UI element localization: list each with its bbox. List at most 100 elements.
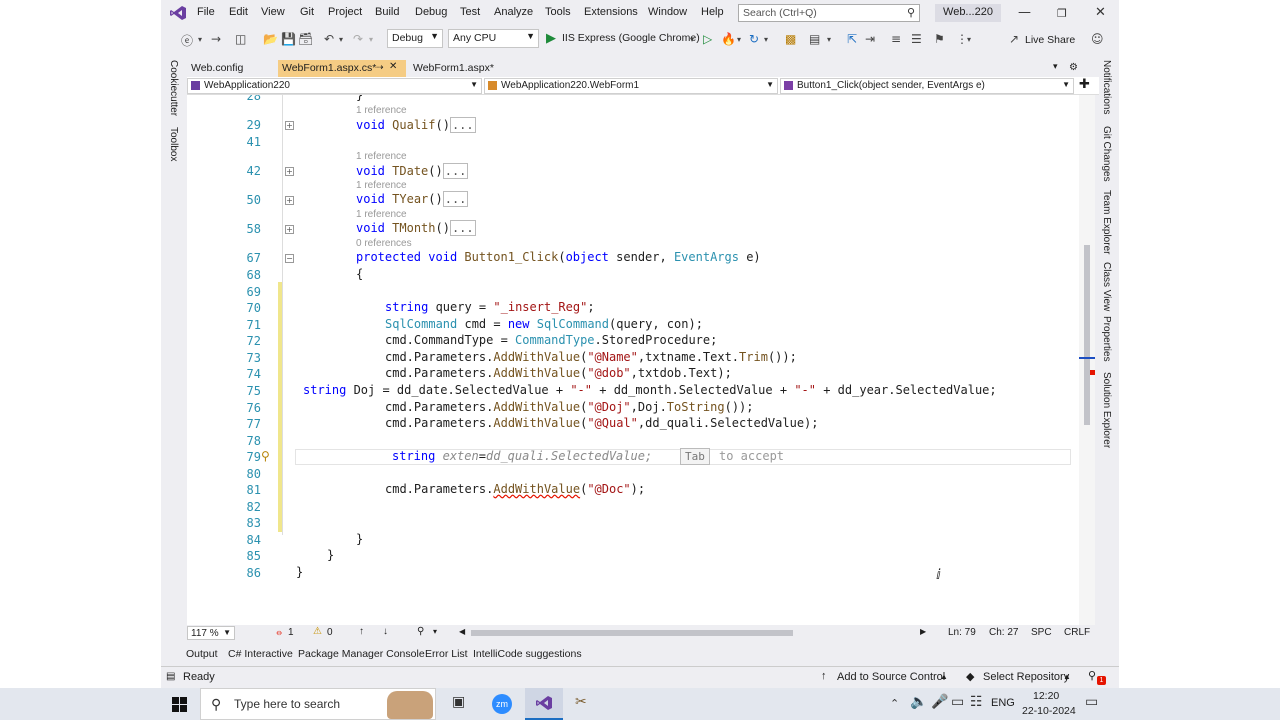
tab-webform1-aspx[interactable]: WebForm1.aspx* [409, 60, 509, 77]
warning-icon[interactable]: ⚠ [313, 626, 322, 637]
menu-tools[interactable]: Tools [545, 6, 571, 18]
whitespace-indicator[interactable]: SPC [1031, 627, 1052, 638]
horizontal-scrollbar-thumb[interactable] [471, 630, 793, 636]
class-dropdown[interactable]: WebApplication220.WebForm1 ▼ [484, 78, 778, 94]
task-view-icon[interactable]: ▣ [452, 694, 465, 710]
menu-test[interactable]: Test [460, 6, 480, 18]
scrollbar-thumb[interactable] [1084, 245, 1090, 425]
split-editor-icon[interactable]: ✚ [1079, 77, 1090, 92]
project-dropdown[interactable]: WebApplication220 ▼ [187, 78, 482, 94]
new-project-icon[interactable]: ◫ [235, 32, 246, 46]
expand-icon[interactable]: + [285, 167, 294, 176]
menu-build[interactable]: Build [375, 6, 399, 18]
tab-output[interactable]: Output [186, 648, 218, 660]
menu-analyze[interactable]: Analyze [494, 6, 533, 18]
battery-icon[interactable]: ▭ [951, 694, 964, 710]
refresh-dropdown-icon[interactable]: ▾ [764, 35, 768, 44]
menu-debug[interactable]: Debug [415, 6, 447, 18]
solution-explorer-tab[interactable]: Solution Explorer [1101, 372, 1112, 448]
warning-count[interactable]: 0 [327, 627, 333, 638]
network-icon[interactable]: ☷ [970, 694, 983, 710]
tab-web-config[interactable]: Web.config [187, 60, 271, 77]
member-dropdown[interactable]: Button1_Click(object sender, EventArgs e… [780, 78, 1074, 94]
layout-dropdown-icon[interactable]: ▾ [827, 35, 831, 44]
menu-window[interactable]: Window [648, 6, 687, 18]
back-icon[interactable]: ⓔ [181, 32, 193, 49]
collapse-icon[interactable]: − [285, 254, 294, 263]
code-cleanup-dropdown-icon[interactable]: ▾ [433, 627, 437, 636]
tab-intellicode-suggestions[interactable]: IntelliCode suggestions [473, 648, 582, 660]
menu-git[interactable]: Git [300, 6, 314, 18]
forward-icon[interactable]: → [211, 32, 221, 46]
pin-icon[interactable]: ⇢ [376, 62, 384, 73]
menu-extensions[interactable]: Extensions [584, 6, 638, 18]
open-folder-icon[interactable]: 📂 [263, 32, 278, 46]
back-dropdown-icon[interactable]: ▾ [198, 35, 202, 44]
notification-bell-icon[interactable]: ⚲ [1088, 669, 1096, 682]
select-repository-button[interactable]: Select Repository [983, 671, 1069, 683]
error-icon[interactable]: ⦵ [275, 627, 283, 638]
redo-icon[interactable]: ↷ [353, 32, 363, 46]
feedback-icon[interactable]: ☺ [1091, 32, 1104, 46]
line-ending-indicator[interactable]: CRLF [1064, 627, 1090, 638]
codelens-references[interactable]: 1 reference [356, 151, 407, 162]
toolbox-tab[interactable]: Toolbox [168, 127, 179, 161]
notifications-tab[interactable]: Notifications [1101, 60, 1112, 114]
codelens-references[interactable]: 0 references [356, 238, 412, 249]
tab-csharp-interactive[interactable]: C# Interactive [228, 648, 293, 660]
taskbar-search-input[interactable]: ⚲ Type here to search [200, 688, 436, 720]
menu-view[interactable]: View [261, 6, 285, 18]
run-target-button[interactable]: IIS Express (Google Chrome) [562, 32, 700, 44]
minimize-icon[interactable]: — [1018, 5, 1031, 20]
cookiecutter-tab[interactable]: Cookiecutter [168, 60, 179, 116]
save-all-icon[interactable]: 🗃 [298, 32, 313, 46]
clock-date[interactable]: 22-10-2024 [1022, 705, 1076, 717]
code-cleanup-icon[interactable]: ⚲ [417, 626, 424, 637]
error-count[interactable]: 1 [288, 627, 294, 638]
align-icon[interactable]: ⇱ [847, 32, 857, 46]
menu-edit[interactable]: Edit [229, 6, 248, 18]
windows-start-icon[interactable] [172, 697, 187, 712]
scroll-left-icon[interactable]: ◀ [459, 627, 465, 636]
live-share-button[interactable]: Live Share [1025, 34, 1075, 46]
notification-center-icon[interactable]: ▭ [1085, 694, 1098, 710]
codelens-references[interactable]: 1 reference [356, 180, 407, 191]
expand-icon[interactable]: + [285, 121, 294, 130]
settings-icon[interactable]: ⚙ [1069, 62, 1078, 73]
code-editor[interactable]: 28 } 1 reference 29 + void Qualif()... 4… [187, 95, 1079, 625]
menu-file[interactable]: File [197, 6, 215, 18]
visual-studio-logo-icon[interactable] [170, 5, 187, 21]
refresh-icon[interactable]: ↻ [749, 32, 759, 46]
vertical-scrollbar[interactable] [1079, 95, 1095, 625]
previous-issue-icon[interactable]: ↑ [359, 626, 364, 637]
redo-dropdown-icon[interactable]: ▾ [369, 35, 373, 44]
platform-select[interactable]: Any CPU ▼ [448, 29, 539, 48]
language-indicator[interactable]: ENG [991, 697, 1015, 709]
close-tab-icon[interactable]: ✕ [389, 61, 397, 72]
zoom-select[interactable]: 117 % ▼ [187, 626, 235, 640]
clock-time[interactable]: 12:20 [1033, 690, 1059, 702]
run-icon[interactable]: ▶ [546, 31, 556, 46]
browser-link-icon[interactable]: ▩ [785, 32, 796, 46]
configuration-select[interactable]: Debug ▼ [387, 29, 443, 48]
search-input[interactable]: Search (Ctrl+Q) ⚲ [738, 4, 920, 22]
lightbulb-icon[interactable]: ⚲ [261, 449, 270, 463]
hot-reload-icon[interactable]: 🔥 [721, 32, 736, 46]
add-to-source-control-button[interactable]: Add to Source Control [837, 671, 945, 683]
class-view-tab[interactable]: Class View [1101, 262, 1112, 311]
tab-error-list[interactable]: Error List [425, 648, 468, 660]
live-share-icon[interactable]: ↗ [1009, 32, 1019, 46]
chevron-up-icon[interactable]: ⌃ [890, 697, 899, 710]
snipping-tool-icon[interactable]: ✂ [575, 694, 587, 710]
next-issue-icon[interactable]: ↓ [383, 626, 388, 637]
uncomment-icon[interactable]: ☰ [911, 32, 922, 46]
zoom-app-icon[interactable]: zm [492, 694, 512, 714]
git-changes-tab[interactable]: Git Changes [1101, 126, 1112, 182]
undo-icon[interactable]: ↶ [324, 32, 334, 46]
codelens-references[interactable]: 1 reference [356, 209, 407, 220]
start-without-debugging-icon[interactable]: ▷ [703, 32, 712, 46]
tab-package-manager-console[interactable]: Package Manager Console [298, 648, 425, 660]
close-icon[interactable]: ✕ [1095, 5, 1106, 20]
microphone-icon[interactable]: 🎤 [931, 694, 948, 710]
bookmark-icon[interactable]: ⚑ [934, 32, 945, 46]
